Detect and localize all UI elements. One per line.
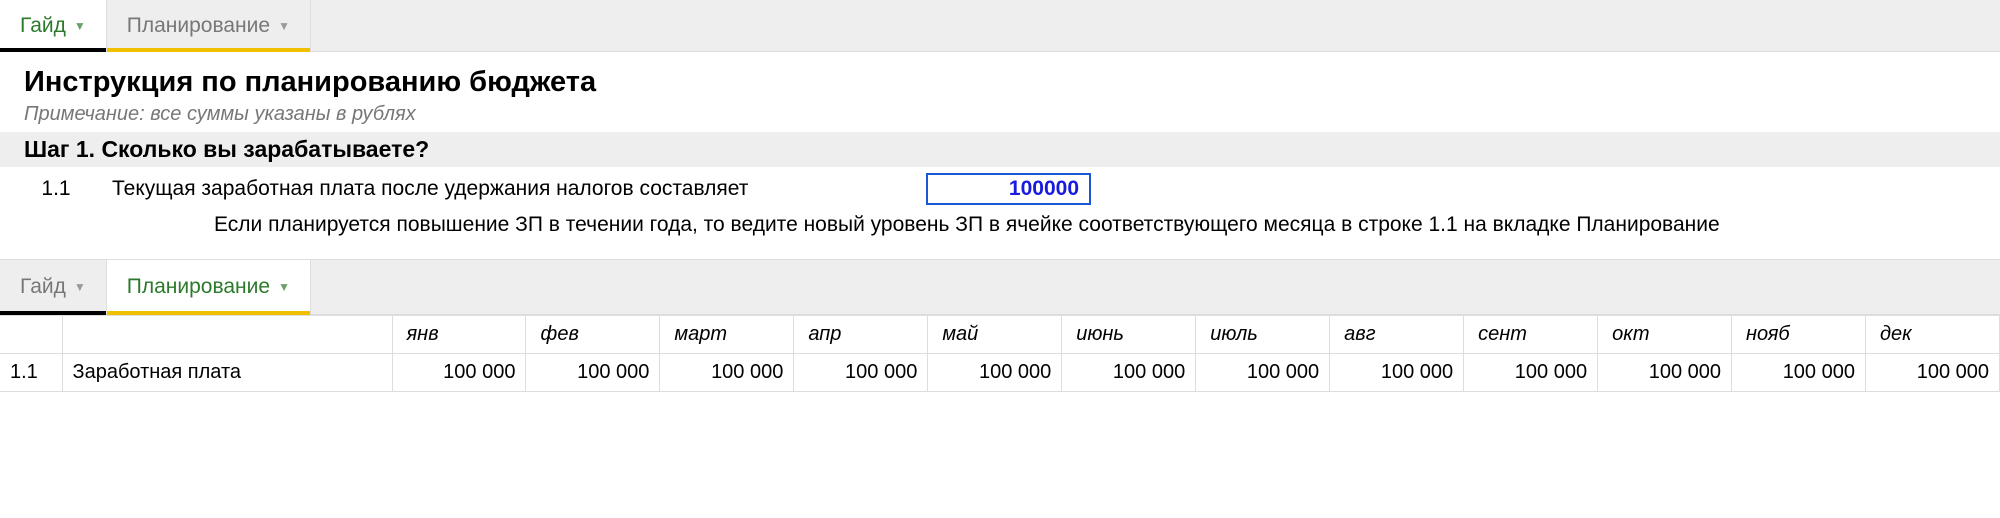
header-blank-1 (0, 316, 62, 354)
row-label-cell: Заработная плата (62, 354, 392, 392)
tab-planning-top[interactable]: Планирование ▼ (107, 0, 311, 51)
tab-inactive-underline (0, 311, 106, 315)
month-header: дек (1865, 316, 1999, 354)
month-header: март (660, 316, 794, 354)
value-cell[interactable]: 100 000 (1732, 354, 1866, 392)
month-header: фев (526, 316, 660, 354)
planning-table-header-row: янв фев март апр май июнь июль авг сент … (0, 316, 2000, 354)
month-header: нояб (1732, 316, 1866, 354)
value-cell[interactable]: 100 000 (1464, 354, 1598, 392)
month-header: сент (1464, 316, 1598, 354)
tab-guide-bottom[interactable]: Гайд ▼ (0, 260, 107, 314)
value-cell[interactable]: 100 000 (660, 354, 794, 392)
header-blank-2 (62, 316, 392, 354)
month-header: июль (1196, 316, 1330, 354)
tab-planning-bottom[interactable]: Планирование ▼ (107, 260, 311, 314)
step-1-header: Шаг 1. Сколько вы зарабатываете? (0, 132, 2000, 167)
salary-input[interactable] (926, 173, 1091, 205)
month-header: окт (1598, 316, 1732, 354)
value-cell[interactable]: 100 000 (1330, 354, 1464, 392)
value-cell[interactable]: 100 000 (794, 354, 928, 392)
row-1-1-text: Текущая заработная плата после удержания… (112, 177, 902, 201)
month-header: июнь (1062, 316, 1196, 354)
tab-inactive-underline (107, 48, 310, 52)
tab-guide-top[interactable]: Гайд ▼ (0, 0, 107, 51)
month-header: янв (392, 316, 526, 354)
row-1-1-number: 1.1 (24, 177, 88, 201)
tab-guide-bottom-label: Гайд (20, 275, 66, 299)
page-title: Инструкция по планированию бюджета (24, 66, 1976, 99)
value-cell[interactable]: 100 000 (1062, 354, 1196, 392)
caret-down-icon: ▼ (278, 280, 290, 294)
value-cell[interactable]: 100 000 (526, 354, 660, 392)
month-header: авг (1330, 316, 1464, 354)
top-tabbar: Гайд ▼ Планирование ▼ (0, 0, 2000, 52)
value-cell[interactable]: 100 000 (1598, 354, 1732, 392)
caret-down-icon: ▼ (74, 19, 86, 33)
value-cell[interactable]: 100 000 (392, 354, 526, 392)
tab-active-underline (0, 48, 106, 52)
month-header: май (928, 316, 1062, 354)
tab-planning-bottom-label: Планирование (127, 275, 270, 299)
tab-guide-top-label: Гайд (20, 14, 66, 38)
table-row: 1.1 Заработная плата 100 000 100 000 100… (0, 354, 2000, 392)
caret-down-icon: ▼ (74, 280, 86, 294)
value-cell[interactable]: 100 000 (1196, 354, 1330, 392)
row-number-cell: 1.1 (0, 354, 62, 392)
planning-table: янв фев март апр май июнь июль авг сент … (0, 315, 2000, 392)
row-1-1: 1.1 Текущая заработная плата после удерж… (24, 167, 1976, 207)
tab-planning-top-label: Планирование (127, 14, 270, 38)
caret-down-icon: ▼ (278, 19, 290, 33)
guide-content: Инструкция по планированию бюджета Приме… (0, 52, 2000, 253)
page-note: Примечание: все суммы указаны в рублях (24, 103, 1976, 126)
value-cell[interactable]: 100 000 (928, 354, 1062, 392)
value-cell[interactable]: 100 000 (1865, 354, 1999, 392)
bottom-tabbar: Гайд ▼ Планирование ▼ (0, 259, 2000, 315)
tab-active-underline (107, 311, 310, 315)
month-header: апр (794, 316, 928, 354)
row-1-1-hint: Если планируется повышение ЗП в течении … (24, 207, 1784, 239)
